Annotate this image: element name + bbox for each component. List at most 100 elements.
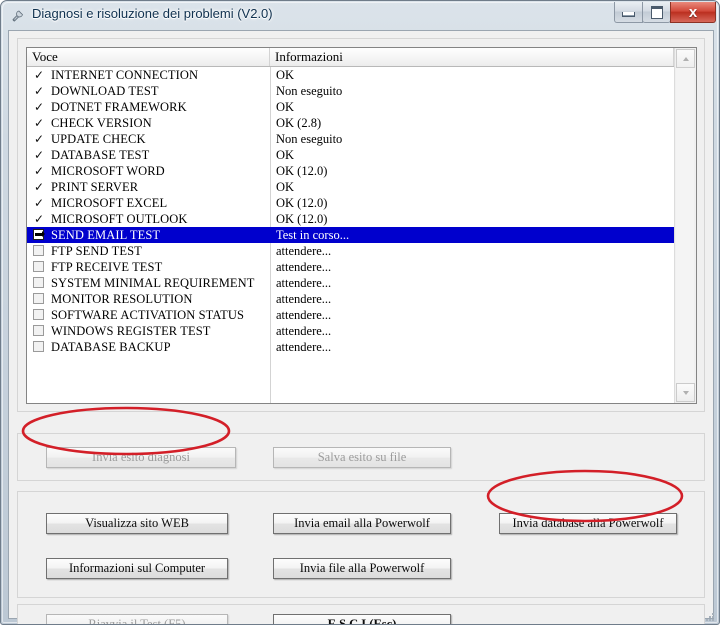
save-to-file-button[interactable]: Salva esito su file [273,447,451,468]
pending-box-icon [33,325,44,336]
row-info: OK [276,180,295,194]
row-name: MICROSOFT OUTLOOK [51,212,188,226]
table-row[interactable]: ✓ UPDATE CHECK Non eseguito [27,131,674,147]
table-row[interactable]: FTP RECEIVE TEST attendere... [27,259,674,275]
application-window: Diagnosi e risoluzione dei problemi (V2.… [0,0,720,625]
row-name: PRINT SERVER [51,180,139,194]
restart-test-button[interactable]: Riavvia il Test (F5) [46,614,228,624]
table-row[interactable]: SOFTWARE ACTIVATION STATUS attendere... [27,307,674,323]
resize-grip[interactable] [704,610,716,622]
check-icon: ✓ [33,68,45,82]
row-info: Test in corso... [276,228,350,242]
row-name: SEND EMAIL TEST [51,228,161,242]
table-row[interactable]: ✓ DOWNLOAD TEST Non eseguito [27,83,674,99]
table-row[interactable]: ✓ INTERNET CONNECTION OK [27,67,674,83]
row-name: SYSTEM MINIMAL REQUIREMENT [51,276,255,290]
row-info: attendere... [276,308,332,322]
wrench-screwdriver-icon [10,8,26,24]
check-icon: ✓ [33,180,45,194]
row-info: OK [276,100,295,114]
table-row[interactable]: WINDOWS REGISTER TEST attendere... [27,323,674,339]
scrollbar-track[interactable] [676,68,694,383]
row-name: SOFTWARE ACTIVATION STATUS [51,308,245,322]
table-row[interactable]: MONITOR RESOLUTION attendere... [27,291,674,307]
row-name: WINDOWS REGISTER TEST [51,324,211,338]
pending-box-icon [33,341,44,352]
row-info: attendere... [276,260,332,274]
diagnostics-panel: Voce Informazioni ✓ INTERNET CONNECTION OK… [17,38,705,412]
column-header-informazioni[interactable]: Informazioni [270,48,674,66]
row-name: MICROSOFT EXCEL [51,196,168,210]
row-info: Non eseguito [276,84,343,98]
table-row[interactable]: ✓ MICROSOFT OUTLOOK OK (12.0) [27,211,674,227]
check-icon: ✓ [33,84,45,98]
table-row[interactable]: SEND EMAIL TEST Test in corso... [27,227,674,243]
row-name: DOWNLOAD TEST [51,84,159,98]
scroll-up-button[interactable] [676,49,695,68]
minimize-button[interactable] [614,2,643,23]
results-actions-panel: Invia esito diagnosi Salva esito su file [17,433,705,481]
diagnostics-listview[interactable]: Voce Informazioni ✓ INTERNET CONNECTION OK… [26,47,697,404]
powerwolf-actions-panel: Visualizza sito WEB Invia email alla Pow… [17,491,705,598]
minimize-icon [622,12,635,17]
table-row[interactable]: ✓ MICROSOFT WORD OK (12.0) [27,163,674,179]
row-info: OK (12.0) [276,164,328,178]
row-info: OK [276,148,295,162]
row-name: MONITOR RESOLUTION [51,292,193,306]
pending-box-icon [33,277,44,288]
row-name: MICROSOFT WORD [51,164,165,178]
row-name: CHECK VERSION [51,116,152,130]
column-header-voce[interactable]: Voce [27,48,270,66]
pending-box-icon [33,245,44,256]
send-diagnosis-button[interactable]: Invia esito diagnosi [46,447,236,468]
check-icon: ✓ [33,116,45,130]
check-icon: ✓ [33,196,45,210]
listview-rows: ✓ INTERNET CONNECTION OK ✓ DOWNLOAD TEST Non … [27,67,674,403]
title-bar[interactable]: Diagnosi e risoluzione dei problemi (V2.… [1,1,719,30]
table-row[interactable]: DATABASE BACKUP attendere... [27,339,674,355]
row-info: attendere... [276,324,332,338]
running-arrow-icon [33,229,45,240]
row-name: DATABASE BACKUP [51,340,171,354]
exit-button[interactable]: E S C I (Esc) [273,614,451,624]
send-email-button[interactable]: Invia email alla Powerwolf [273,513,451,534]
send-file-button[interactable]: Invia file alla Powerwolf [273,558,451,579]
table-row[interactable]: SYSTEM MINIMAL REQUIREMENT attendere... [27,275,674,291]
row-name: FTP SEND TEST [51,244,142,258]
check-icon: ✓ [33,164,45,178]
send-database-button[interactable]: Invia database alla Powerwolf [499,513,677,534]
computer-info-button[interactable]: Informazioni sul Computer [46,558,228,579]
row-info: attendere... [276,340,332,354]
caption-buttons: x [614,2,716,23]
row-info: OK [276,68,295,82]
row-info: OK (12.0) [276,212,328,226]
scroll-down-button[interactable] [676,383,695,402]
row-name: FTP RECEIVE TEST [51,260,163,274]
pending-box-icon [33,309,44,320]
check-icon: ✓ [33,132,45,146]
table-row[interactable]: ✓ DOTNET FRAMEWORK OK [27,99,674,115]
client-area: Voce Informazioni ✓ INTERNET CONNECTION OK… [8,30,714,624]
bottom-actions-panel: Riavvia il Test (F5) E S C I (Esc) [17,604,705,624]
view-website-button[interactable]: Visualizza sito WEB [46,513,228,534]
table-row[interactable]: FTP SEND TEST attendere... [27,243,674,259]
row-name: DOTNET FRAMEWORK [51,100,187,114]
table-row[interactable]: ✓ DATABASE TEST OK [27,147,674,163]
table-row[interactable]: ✓ MICROSOFT EXCEL OK (12.0) [27,195,674,211]
close-button[interactable]: x [670,2,716,23]
vertical-scrollbar[interactable] [674,48,696,403]
row-info: attendere... [276,244,332,258]
maximize-button[interactable] [642,2,671,23]
check-icon: ✓ [33,148,45,162]
row-name: INTERNET CONNECTION [51,68,199,82]
arrow-right-icon [35,231,45,237]
pending-box-icon [33,261,44,272]
scroll-up-icon [682,56,689,61]
row-name: DATABASE TEST [51,148,150,162]
listview-header: Voce Informazioni [27,48,696,67]
row-info: attendere... [276,276,332,290]
table-row[interactable]: ✓ PRINT SERVER OK [27,179,674,195]
pending-box-icon [33,293,44,304]
row-info: OK (2.8) [276,116,322,130]
table-row[interactable]: ✓ CHECK VERSION OK (2.8) [27,115,674,131]
